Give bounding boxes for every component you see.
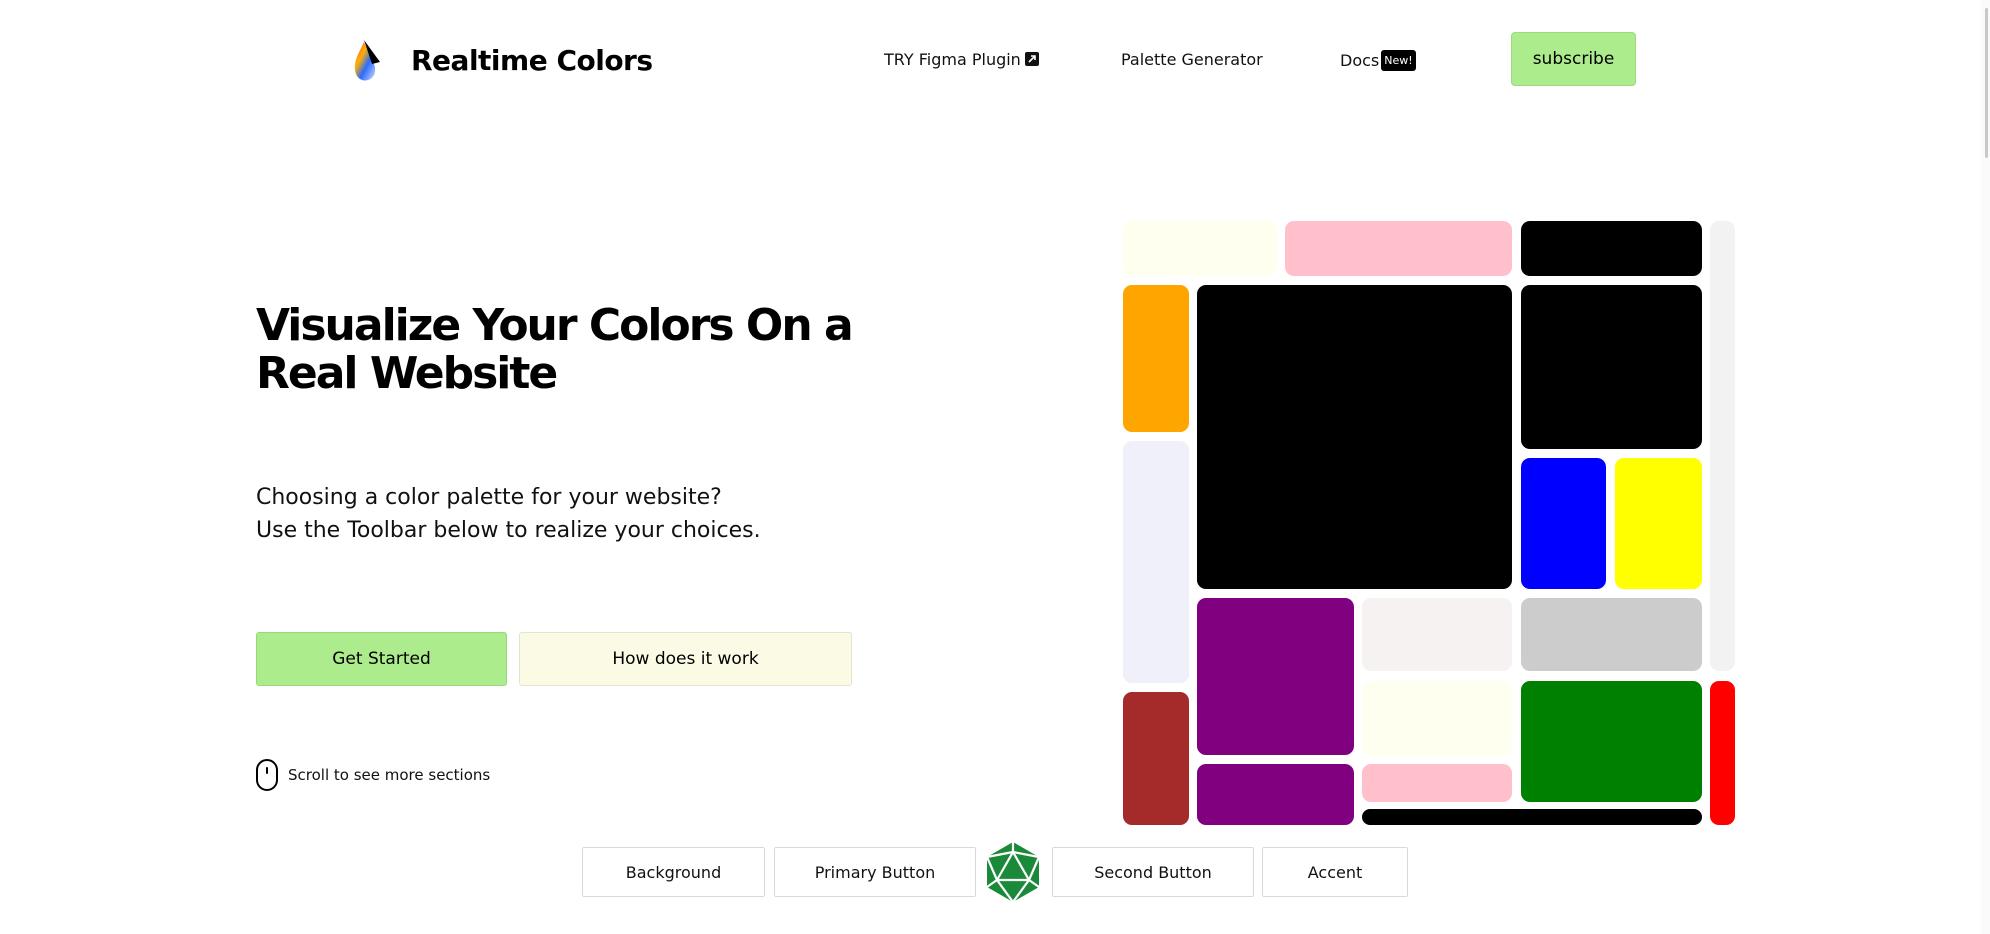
tile-yellow <box>1615 458 1702 589</box>
tile-pink-bottom <box>1362 764 1512 802</box>
tile-ivory-top <box>1123 221 1277 276</box>
mouse-icon <box>256 759 278 791</box>
tile-red <box>1710 681 1735 825</box>
hero-subtitle-line1: Choosing a color palette for your websit… <box>256 485 722 510</box>
tile-lavender <box>1123 441 1189 683</box>
tile-snow <box>1362 598 1512 671</box>
hero-title: Visualize Your Colors On a Real Website <box>256 300 854 399</box>
new-badge: New! <box>1381 50 1416 71</box>
nav-figma-label: TRY Figma Plugin <box>884 50 1021 69</box>
tile-black-large <box>1197 285 1512 589</box>
tile-silver <box>1521 598 1702 671</box>
tile-orange <box>1123 285 1189 432</box>
nav-docs-label: Docs <box>1340 51 1380 70</box>
tile-pink-top <box>1285 221 1512 276</box>
tile-black-top-right <box>1521 221 1702 276</box>
tile-green <box>1521 681 1702 802</box>
subscribe-button[interactable]: subscribe <box>1511 32 1636 86</box>
toolbar-primary-button[interactable]: Primary Button <box>774 847 976 897</box>
tile-smoke-right <box>1710 221 1735 671</box>
toolbar-background-button[interactable]: Background <box>582 847 765 897</box>
toolbar-accent-button[interactable]: Accent <box>1262 847 1408 897</box>
logo-drop-icon[interactable] <box>352 38 382 84</box>
tile-ivory-mid <box>1362 681 1512 756</box>
nav-palette-generator[interactable]: Palette Generator <box>1121 50 1263 69</box>
tile-purple-large <box>1197 598 1354 755</box>
tile-black-bottom <box>1362 809 1702 825</box>
tile-brown <box>1123 692 1189 825</box>
get-started-button[interactable]: Get Started <box>256 632 507 686</box>
page-scrollbar-thumb[interactable] <box>1985 8 1988 158</box>
tile-blue <box>1521 458 1606 589</box>
external-link-icon <box>1024 52 1039 66</box>
nav-docs[interactable]: Docs New! <box>1340 50 1416 71</box>
scroll-hint-text: Scroll to see more sections <box>288 766 491 784</box>
tile-black-right <box>1521 285 1702 449</box>
tile-purple-bottom <box>1197 764 1354 825</box>
hero-subtitle-line2: Use the Toolbar below to realize your ch… <box>256 518 761 543</box>
site-header: Realtime Colors TRY Figma Plugin Palette… <box>0 0 1990 130</box>
how-it-works-button[interactable]: How does it work <box>519 632 852 686</box>
scroll-hint: Scroll to see more sections <box>256 758 490 792</box>
toolbar-second-button[interactable]: Second Button <box>1052 847 1254 897</box>
logo-text[interactable]: Realtime Colors <box>411 44 653 77</box>
dice-icon[interactable] <box>983 840 1043 904</box>
hero-subtitle: Choosing a color palette for your websit… <box>256 481 876 547</box>
nav-figma-plugin[interactable]: TRY Figma Plugin <box>884 50 1039 69</box>
